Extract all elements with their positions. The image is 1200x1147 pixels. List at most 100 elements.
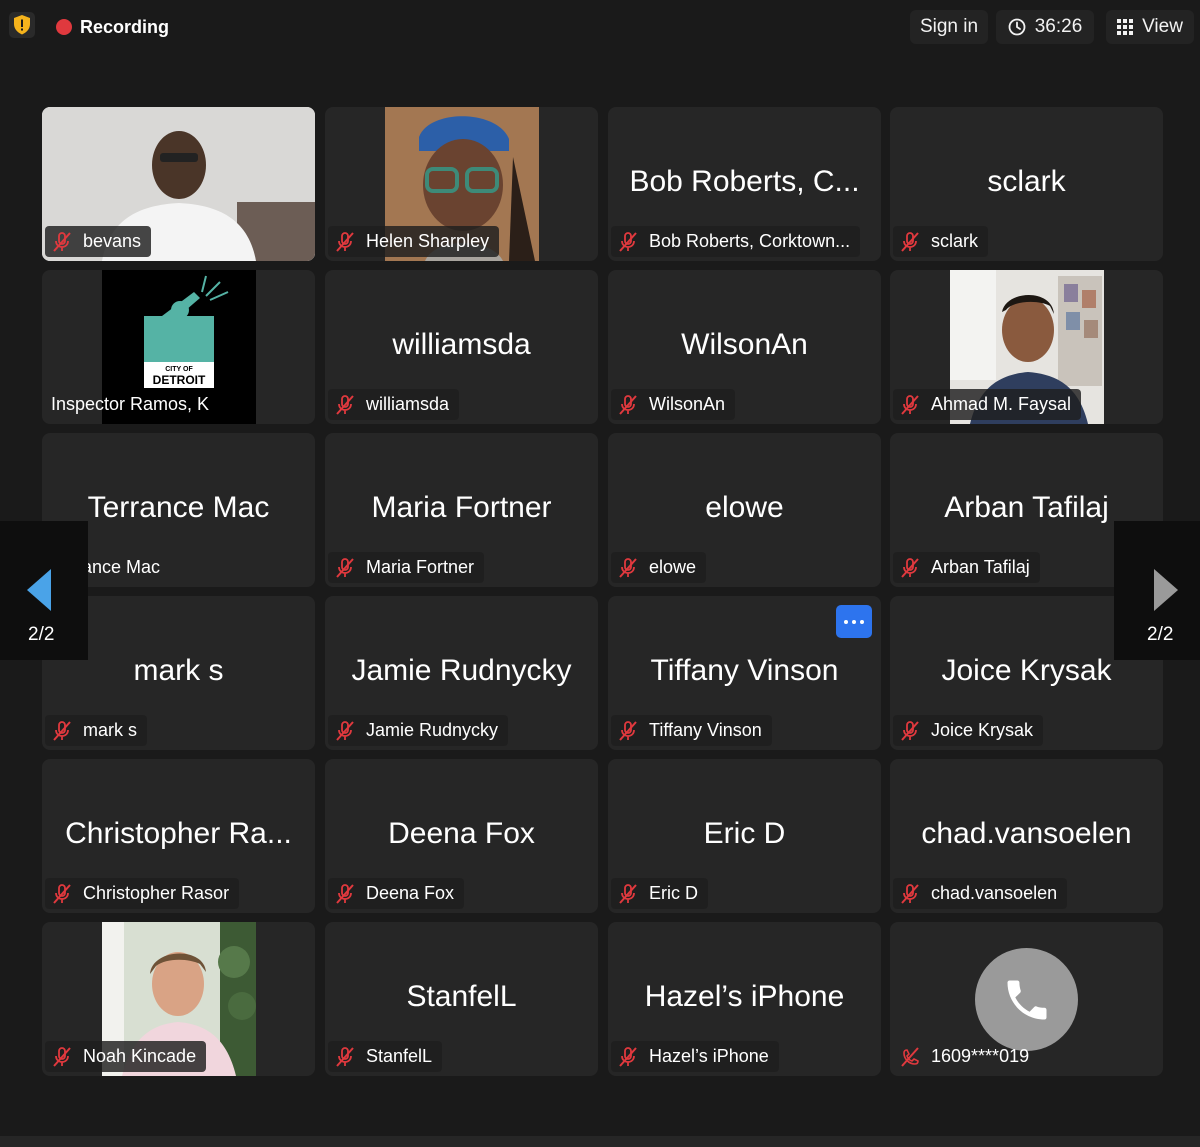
- participant-label: chad.vansoelen: [893, 878, 1068, 909]
- arrow-left-icon: [27, 569, 51, 611]
- participant-display-name: Hazel’s iPhone: [644, 980, 845, 1013]
- participant-name: Jamie Rudnycky: [366, 720, 499, 740]
- mic-muted-icon: [336, 720, 354, 741]
- participant-display-name: Tiffany Vinson: [650, 654, 839, 687]
- mic-muted-icon: [53, 231, 71, 252]
- participant-tile[interactable]: WilsonAn WilsonAn: [608, 270, 881, 424]
- participant-name: Arban Tafilaj: [931, 557, 1030, 577]
- participant-name: Deena Fox: [366, 883, 455, 903]
- mic-muted-icon: [53, 883, 71, 904]
- participant-display-name: sclark: [987, 165, 1066, 198]
- participant-display-name: elowe: [705, 491, 784, 524]
- mic-muted-icon: [901, 394, 919, 415]
- recording-label: Recording: [80, 16, 170, 37]
- shield-icon[interactable]: [9, 12, 35, 38]
- timer-value: 36:26: [1034, 16, 1083, 37]
- participant-label: StanfelL: [328, 1041, 443, 1072]
- mic-muted-icon: [336, 557, 354, 578]
- participant-display-name: williamsda: [392, 328, 531, 361]
- participant-display-name: Arban Tafilaj: [944, 491, 1109, 524]
- participant-name: Maria Fortner: [366, 557, 475, 577]
- participant-tile[interactable]: Maria Fortner Maria Fortner: [325, 433, 598, 587]
- participant-label: Christopher Rasor: [45, 878, 240, 909]
- participant-tile[interactable]: Jamie Rudnycky Jamie Rudnycky: [325, 596, 598, 750]
- record-dot-icon: [56, 19, 72, 35]
- more-dots-icon: [844, 619, 848, 624]
- participant-label: Tiffany Vinson: [611, 715, 772, 746]
- phone-muted-icon: [901, 1046, 919, 1067]
- participant-tile[interactable]: Hazel’s iPhone Hazel’s iPhone: [608, 922, 881, 1076]
- participant-label: Helen Sharpley: [328, 226, 500, 257]
- participant-name: Noah Kincade: [83, 1046, 197, 1066]
- view-button[interactable]: View: [1106, 10, 1194, 44]
- mic-muted-icon: [619, 394, 637, 415]
- arrow-right-icon: [1154, 569, 1178, 611]
- participant-tile[interactable]: Noah Kincade: [42, 922, 315, 1076]
- participant-tile[interactable]: williamsda williamsda: [325, 270, 598, 424]
- participant-tile[interactable]: StanfelL StanfelL: [325, 922, 598, 1076]
- participant-tile[interactable]: 1609****019: [890, 922, 1163, 1076]
- mic-muted-icon: [901, 557, 919, 578]
- participant-name: Helen Sharpley: [366, 231, 490, 251]
- participant-name: mark s: [83, 720, 137, 740]
- page-indicator: 2/2: [28, 624, 55, 645]
- participant-name: 1609****019: [931, 1046, 1030, 1066]
- mic-muted-icon: [336, 1046, 354, 1067]
- participant-name: Bob Roberts, Corktown...: [649, 231, 851, 251]
- participant-display-name: StanfelL: [406, 980, 517, 1013]
- mic-muted-icon: [53, 720, 71, 741]
- participant-display-name: Christopher Ra...: [65, 817, 292, 850]
- view-label: View: [1142, 16, 1183, 37]
- clock-icon: [1008, 18, 1026, 36]
- mic-muted-icon: [619, 1046, 637, 1067]
- participant-display-name: Terrance Mac: [87, 491, 270, 524]
- logo-text-top: CITY OF: [165, 366, 193, 373]
- sign-in-label: Sign in: [919, 16, 979, 37]
- page-indicator: 2/2: [1147, 624, 1174, 645]
- more-options-button[interactable]: [836, 605, 872, 638]
- previous-page-button[interactable]: 2/2: [0, 521, 88, 660]
- participant-tile[interactable]: Bob Roberts, C... Bob Roberts, Corktown.…: [608, 107, 881, 261]
- participant-tile[interactable]: chad.vansoelen chad.vansoelen: [890, 759, 1163, 913]
- participant-tile[interactable]: sclark sclark: [890, 107, 1163, 261]
- participant-name: Ahmad M. Faysal: [931, 394, 1072, 414]
- meeting-timer[interactable]: 36:26: [996, 10, 1094, 44]
- participant-display-name: Bob Roberts, C...: [629, 165, 860, 198]
- participant-label: mark s: [45, 715, 147, 746]
- next-page-button[interactable]: 2/2: [1114, 521, 1200, 660]
- participant-label: Jamie Rudnycky: [328, 715, 509, 746]
- mic-muted-icon: [619, 557, 637, 578]
- participant-display-name: Maria Fortner: [371, 491, 552, 524]
- mic-muted-icon: [619, 883, 637, 904]
- participant-tile[interactable]: Eric D Eric D: [608, 759, 881, 913]
- mic-muted-icon: [336, 231, 354, 252]
- participant-name: Tiffany Vinson: [649, 720, 762, 740]
- mic-muted-icon: [619, 720, 637, 741]
- participant-tile[interactable]: Helen Sharpley: [325, 107, 598, 261]
- participant-tile[interactable]: Tiffany Vinson Tiffany Vinson: [608, 596, 881, 750]
- participant-tile[interactable]: elowe elowe: [608, 433, 881, 587]
- participant-tile[interactable]: CITY OF DETROIT Inspector Ramos, K: [42, 270, 315, 424]
- mic-muted-icon: [901, 720, 919, 741]
- participant-label: Bob Roberts, Corktown...: [611, 226, 861, 257]
- participant-name: Eric D: [649, 883, 698, 903]
- participant-name: Hazel’s iPhone: [649, 1046, 769, 1066]
- participant-name: bevans: [83, 231, 142, 251]
- participant-name: StanfelL: [366, 1046, 433, 1066]
- participant-tile[interactable]: Christopher Ra... Christopher Rasor: [42, 759, 315, 913]
- participant-name: Inspector Ramos, K: [51, 394, 210, 414]
- mic-muted-icon: [619, 231, 637, 252]
- participant-label: Hazel’s iPhone: [611, 1041, 779, 1072]
- participant-tile[interactable]: Deena Fox Deena Fox: [325, 759, 598, 913]
- grid-icon: [1117, 19, 1134, 35]
- sign-in-button[interactable]: Sign in: [910, 10, 988, 44]
- mic-muted-icon: [901, 883, 919, 904]
- participant-tile[interactable]: bevans: [42, 107, 315, 261]
- participant-display-name: Deena Fox: [388, 817, 535, 850]
- recording-indicator[interactable]: Recording: [56, 14, 169, 40]
- mic-muted-icon: [901, 231, 919, 252]
- participant-tile[interactable]: Ahmad M. Faysal: [890, 270, 1163, 424]
- participant-name: WilsonAn: [649, 394, 726, 414]
- participant-label: elowe: [611, 552, 707, 583]
- participant-name: elowe: [649, 557, 697, 577]
